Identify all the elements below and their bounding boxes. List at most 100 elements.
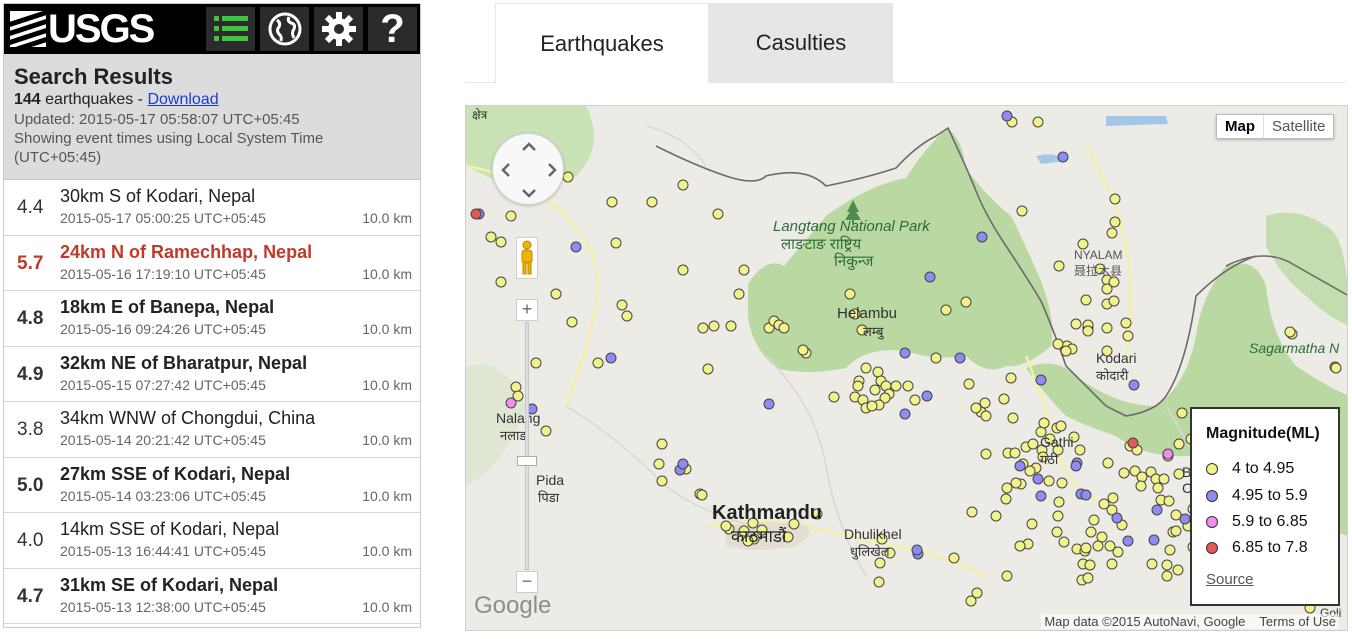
map-label-sagarmatha: Sagarmatha N <box>1249 340 1340 356</box>
map-data-credit: Map data ©2015 AutoNavi, Google <box>1044 614 1246 629</box>
usgs-wave-mark <box>10 11 46 47</box>
legend-source-link[interactable]: Source <box>1206 571 1254 588</box>
zoom-out-button[interactable]: − <box>516 571 538 593</box>
depth: 10.0 km <box>362 376 412 393</box>
map-type-control: Map Satellite <box>1216 114 1335 139</box>
usgs-logo[interactable]: USGS <box>10 7 155 51</box>
logo-text: USGS <box>48 7 155 51</box>
top-toolbar: USGS ? <box>4 4 420 54</box>
depth: 10.0 km <box>362 543 412 559</box>
event-time: 2015-05-15 07:27:42 UTC+05:45 <box>60 376 266 393</box>
earthquake-row[interactable]: 3.8 34km WNW of Chongdui, China 2015-05-… <box>4 402 420 458</box>
event-time: 2015-05-17 05:00:25 UTC+05:45 <box>60 210 266 226</box>
help-button[interactable]: ? <box>368 7 417 51</box>
settings-button[interactable] <box>314 7 363 51</box>
pan-arrows-icon <box>501 142 557 198</box>
map-label-kodari: Kodari <box>1096 350 1137 366</box>
pan-control[interactable] <box>492 133 564 205</box>
earthquake-count-line: 144 earthquakes - Download <box>14 90 410 110</box>
list-icon <box>213 16 248 41</box>
magnitude: 4.8 <box>17 308 44 329</box>
time-zone-note: Showing event times using Local System T… <box>14 130 324 147</box>
depth: 10.0 km <box>362 265 412 282</box>
depth: 10.0 km <box>362 598 412 615</box>
legend-label: 6.85 to 7.8 <box>1232 539 1308 556</box>
earthquake-row[interactable]: 4.0 14km SSE of Kodari, Nepal 2015-05-13… <box>4 513 420 569</box>
magnitude: 4.4 <box>17 197 44 218</box>
list-view-button[interactable] <box>206 7 255 51</box>
zoom-slider-handle[interactable] <box>517 456 537 466</box>
tab-earthquakes[interactable]: Earthquakes <box>495 3 709 83</box>
legend-swatch-pink <box>1206 516 1218 528</box>
map-view-button[interactable] <box>260 7 309 51</box>
earthquake-row[interactable]: 4.9 32km NE of Bharatpur, Nepal 2015-05-… <box>4 347 420 402</box>
location: 27km SSE of Kodari, Nepal <box>60 463 291 484</box>
street-view-pegman[interactable] <box>516 237 538 279</box>
event-time: 2015-05-13 16:44:41 UTC+05:45 <box>60 543 266 559</box>
event-time: 2015-05-16 17:19:10 UTC+05:45 <box>60 265 266 282</box>
time-zone-offset: (UTC+05:45) <box>14 149 102 166</box>
zoom-in-button[interactable]: + <box>516 299 538 321</box>
earthquake-row[interactable]: 4.4 30km S of Kodari, Nepal 2015-05-17 0… <box>4 180 420 236</box>
map-label-kathmandu: Kathmandu <box>712 502 822 524</box>
legend-swatch-yellow <box>1206 463 1218 475</box>
map-attribution: Map data ©2015 AutoNavi, Google Terms of … <box>1041 614 1339 629</box>
tab-casulties[interactable]: Casulties <box>709 3 893 83</box>
map-label-langtang-park-ne2: निकुन्ज <box>834 253 874 270</box>
map-type-map-button[interactable]: Map <box>1217 115 1264 138</box>
event-time: 2015-05-14 20:21:42 UTC+05:45 <box>60 432 266 448</box>
gear-icon <box>321 12 356 46</box>
magnitude: 4.7 <box>17 585 44 607</box>
earthquake-list: 4.4 30km S of Kodari, Nepal 2015-05-17 0… <box>4 180 420 624</box>
earthquake-row-selected[interactable]: 5.7 24km N of Ramechhap, Nepal 2015-05-1… <box>4 236 420 291</box>
depth: 10.0 km <box>362 321 412 337</box>
depth: 10.0 km <box>362 487 412 504</box>
legend-swatch-red <box>1206 542 1218 554</box>
map-label-pida: Pida <box>536 472 565 488</box>
map-label-gathi: Gathi <box>1040 434 1074 450</box>
location: 14km SSE of Kodari, Nepal <box>60 519 280 539</box>
earthquake-count: 144 <box>14 91 41 108</box>
legend-label: 4 to 4.95 <box>1232 460 1295 477</box>
legend-label: 5.9 to 6.85 <box>1232 513 1308 530</box>
legend-item: 4 to 4.95 <box>1206 459 1294 479</box>
earthquake-count-suffix: earthquakes - <box>40 91 148 108</box>
search-results-header: Search Results 144 earthquakes - Downloa… <box>4 54 420 180</box>
pegman-icon <box>521 240 533 275</box>
download-link[interactable]: Download <box>147 91 218 108</box>
search-results-title: Search Results <box>14 64 173 89</box>
terms-of-use-link[interactable]: Terms of Use <box>1259 614 1336 629</box>
event-time: 2015-05-16 09:24:26 UTC+05:45 <box>60 321 266 337</box>
legend-item: 5.9 to 6.85 <box>1206 512 1308 532</box>
map-type-satellite-button[interactable]: Satellite <box>1264 115 1333 138</box>
legend-title: Magnitude(ML) <box>1206 425 1320 442</box>
location: 34km WNW of Chongdui, China <box>60 408 316 428</box>
earthquake-map[interactable]: क्षेत्र Langtang National Park लाङटाङ रा… <box>465 105 1348 631</box>
event-time: 2015-05-13 12:38:00 UTC+05:45 <box>60 598 266 615</box>
updated-timestamp: Updated: 2015-05-17 05:58:07 UTC+05:45 <box>14 111 300 128</box>
magnitude: 5.7 <box>17 252 44 274</box>
event-time: 2015-05-14 03:23:06 UTC+05:45 <box>60 487 266 504</box>
help-icon: ? <box>380 6 405 51</box>
zoom-slider-track[interactable] <box>525 322 529 570</box>
location: 31km SE of Kodari, Nepal <box>60 574 279 595</box>
magnitude-legend: Magnitude(ML) 4 to 4.95 4.95 to 5.9 5.9 … <box>1190 407 1340 606</box>
map-label-nyalam-zh: 聂拉木县 <box>1074 264 1123 278</box>
map-label-helambu: Helambu <box>837 305 898 322</box>
depth: 10.0 km <box>362 432 412 448</box>
map-label: क्षेत्र <box>472 108 488 122</box>
legend-label: 4.95 to 5.9 <box>1232 487 1308 504</box>
map-label-kodari-ne: कोदारी <box>1096 368 1129 383</box>
map-label-langtang-park: Langtang National Park <box>773 218 930 235</box>
map-label-nalang-ne: नलाङ <box>500 428 528 443</box>
earthquake-row[interactable]: 4.8 18km E of Banepa, Nepal 2015-05-16 0… <box>4 291 420 347</box>
magnitude: 3.8 <box>17 419 44 440</box>
legend-item: 6.85 to 7.8 <box>1206 538 1308 558</box>
location: 32km NE of Bharatpur, Nepal <box>60 352 308 373</box>
google-logo: Google <box>474 592 552 619</box>
earthquake-row[interactable]: 4.7 31km SE of Kodari, Nepal 2015-05-13 … <box>4 569 420 624</box>
earthquake-row[interactable]: 5.0 27km SSE of Kodari, Nepal 2015-05-14… <box>4 458 420 513</box>
magnitude: 4.9 <box>17 363 44 385</box>
map-label-nyalam: NYALAM <box>1074 248 1123 262</box>
globe-icon <box>268 12 301 46</box>
